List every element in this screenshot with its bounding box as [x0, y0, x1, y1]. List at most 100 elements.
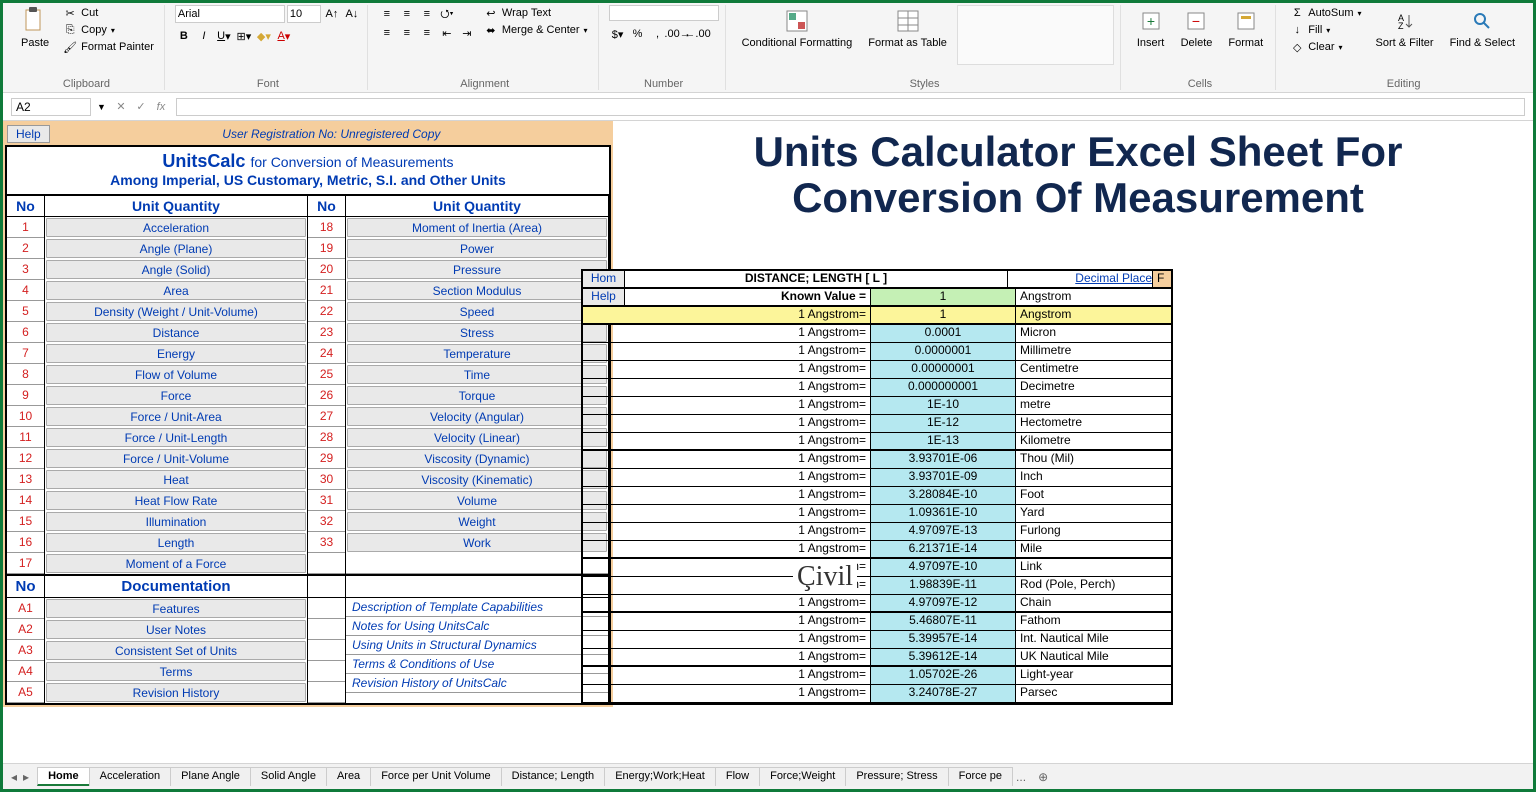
- help-link[interactable]: Help: [583, 289, 625, 305]
- unit-button[interactable]: Stress: [347, 323, 607, 342]
- format-button[interactable]: Format: [1222, 5, 1269, 51]
- unit-button[interactable]: Angle (Solid): [46, 260, 306, 279]
- decimal-place-link[interactable]: Decimal Place: [1008, 271, 1153, 287]
- increase-font-icon[interactable]: A↑: [323, 5, 341, 23]
- sheet-tab[interactable]: Force per Unit Volume: [370, 767, 501, 786]
- unit-button[interactable]: Area: [46, 281, 306, 300]
- sort-filter-button[interactable]: AZSort & Filter: [1370, 5, 1440, 51]
- unit-button[interactable]: Viscosity (Dynamic): [347, 449, 607, 468]
- fill-color-button[interactable]: ◆▾: [255, 27, 273, 45]
- bold-button[interactable]: B: [175, 27, 193, 45]
- unit-button[interactable]: Viscosity (Kinematic): [347, 470, 607, 489]
- unit-button[interactable]: Weight: [347, 512, 607, 531]
- unit-button[interactable]: Force / Unit-Length: [46, 428, 306, 447]
- doc-button[interactable]: User Notes: [46, 620, 306, 639]
- sheet-tab[interactable]: Force pe: [948, 767, 1013, 786]
- unit-button[interactable]: Angle (Plane): [46, 239, 306, 258]
- sheet-tab[interactable]: Area: [326, 767, 371, 786]
- unit-button[interactable]: Distance: [46, 323, 306, 342]
- unit-button[interactable]: Speed: [347, 302, 607, 321]
- unit-button[interactable]: Volume: [347, 491, 607, 510]
- find-select-button[interactable]: Find & Select: [1444, 5, 1521, 51]
- conditional-formatting-button[interactable]: Conditional Formatting: [736, 5, 859, 51]
- font-size-input[interactable]: [287, 5, 321, 23]
- border-button[interactable]: ⊞▾: [235, 27, 253, 45]
- doc-button[interactable]: Features: [46, 599, 306, 618]
- unit-button[interactable]: Force / Unit-Volume: [46, 449, 306, 468]
- font-name-input[interactable]: [175, 5, 285, 23]
- unit-button[interactable]: Power: [347, 239, 607, 258]
- sheet-tab[interactable]: Force;Weight: [759, 767, 846, 786]
- accept-formula-icon[interactable]: ✓: [132, 98, 150, 116]
- formula-bar[interactable]: [176, 98, 1525, 116]
- doc-button[interactable]: Revision History: [46, 683, 306, 702]
- cancel-formula-icon[interactable]: ✕: [112, 98, 130, 116]
- italic-button[interactable]: I: [195, 27, 213, 45]
- style-gallery[interactable]: [957, 5, 1114, 65]
- clear-button[interactable]: ◇Clear▾: [1286, 39, 1365, 55]
- unit-button[interactable]: Torque: [347, 386, 607, 405]
- unit-button[interactable]: Heat Flow Rate: [46, 491, 306, 510]
- align-bottom-icon[interactable]: ≡: [418, 5, 436, 23]
- fill-button[interactable]: ↓Fill▾: [1286, 22, 1365, 38]
- doc-button[interactable]: Terms: [46, 662, 306, 681]
- unit-button[interactable]: Velocity (Angular): [347, 407, 607, 426]
- unit-button[interactable]: Force / Unit-Area: [46, 407, 306, 426]
- delete-button[interactable]: −Delete: [1175, 5, 1219, 51]
- percent-icon[interactable]: %: [629, 25, 647, 43]
- doc-button[interactable]: Consistent Set of Units: [46, 641, 306, 660]
- unit-button[interactable]: Time: [347, 365, 607, 384]
- unit-button[interactable]: Velocity (Linear): [347, 428, 607, 447]
- align-left-icon[interactable]: ≡: [378, 24, 396, 42]
- align-top-icon[interactable]: ≡: [378, 5, 396, 23]
- align-right-icon[interactable]: ≡: [418, 24, 436, 42]
- unit-button[interactable]: Pressure: [347, 260, 607, 279]
- sheet-tab[interactable]: Plane Angle: [170, 767, 251, 786]
- unit-button[interactable]: Illumination: [46, 512, 306, 531]
- indent-decrease-icon[interactable]: ⇤: [438, 24, 456, 42]
- currency-icon[interactable]: $▾: [609, 25, 627, 43]
- add-sheet-button[interactable]: ⊕: [1030, 768, 1056, 786]
- format-as-table-button[interactable]: Format as Table: [862, 5, 953, 51]
- sheet-tab[interactable]: Solid Angle: [250, 767, 327, 786]
- unit-button[interactable]: Moment of a Force: [46, 554, 306, 573]
- autosum-button[interactable]: ΣAutoSum▾: [1286, 5, 1365, 21]
- merge-center-button[interactable]: ⬌Merge & Center▾: [480, 22, 592, 38]
- orientation-icon[interactable]: ⭯▾: [438, 5, 456, 23]
- font-color-button[interactable]: A▾: [275, 27, 293, 45]
- wrap-text-button[interactable]: ↩Wrap Text: [480, 5, 592, 21]
- sheet-nav-last-icon[interactable]: ▸: [23, 770, 29, 784]
- sheet-tab[interactable]: Acceleration: [89, 767, 172, 786]
- unit-button[interactable]: Density (Weight / Unit-Volume): [46, 302, 306, 321]
- insert-button[interactable]: +Insert: [1131, 5, 1171, 51]
- cut-button[interactable]: ✂Cut: [59, 5, 158, 21]
- paste-button[interactable]: Paste: [15, 5, 55, 51]
- copy-button[interactable]: ⎘Copy▾: [59, 22, 158, 38]
- unit-button[interactable]: Section Modulus: [347, 281, 607, 300]
- known-value-cell[interactable]: 1: [871, 289, 1016, 305]
- unit-button[interactable]: Flow of Volume: [46, 365, 306, 384]
- unit-button[interactable]: Moment of Inertia (Area): [347, 218, 607, 237]
- decrease-decimal-icon[interactable]: ←.00: [689, 25, 707, 43]
- sheet-nav-first-icon[interactable]: ◂: [11, 770, 17, 784]
- unit-button[interactable]: Force: [46, 386, 306, 405]
- sheet-tab[interactable]: Flow: [715, 767, 760, 786]
- underline-button[interactable]: U▾: [215, 27, 233, 45]
- unit-button[interactable]: Temperature: [347, 344, 607, 363]
- unit-button[interactable]: Heat: [46, 470, 306, 489]
- name-box[interactable]: [11, 98, 91, 116]
- unit-button[interactable]: Length: [46, 533, 306, 552]
- sheet-tab[interactable]: Energy;Work;Heat: [604, 767, 716, 786]
- sheet-tab[interactable]: Home: [37, 767, 90, 786]
- sheet-tab[interactable]: Pressure; Stress: [845, 767, 948, 786]
- help-button[interactable]: Help: [7, 125, 50, 143]
- unit-button[interactable]: Energy: [46, 344, 306, 363]
- home-link[interactable]: Hom: [583, 271, 625, 287]
- unit-button[interactable]: Acceleration: [46, 218, 306, 237]
- indent-increase-icon[interactable]: ⇥: [458, 24, 476, 42]
- sheet-tab[interactable]: Distance; Length: [501, 767, 606, 786]
- align-center-icon[interactable]: ≡: [398, 24, 416, 42]
- number-format-input[interactable]: [609, 5, 719, 21]
- align-middle-icon[interactable]: ≡: [398, 5, 416, 23]
- fx-icon[interactable]: fx: [152, 98, 170, 116]
